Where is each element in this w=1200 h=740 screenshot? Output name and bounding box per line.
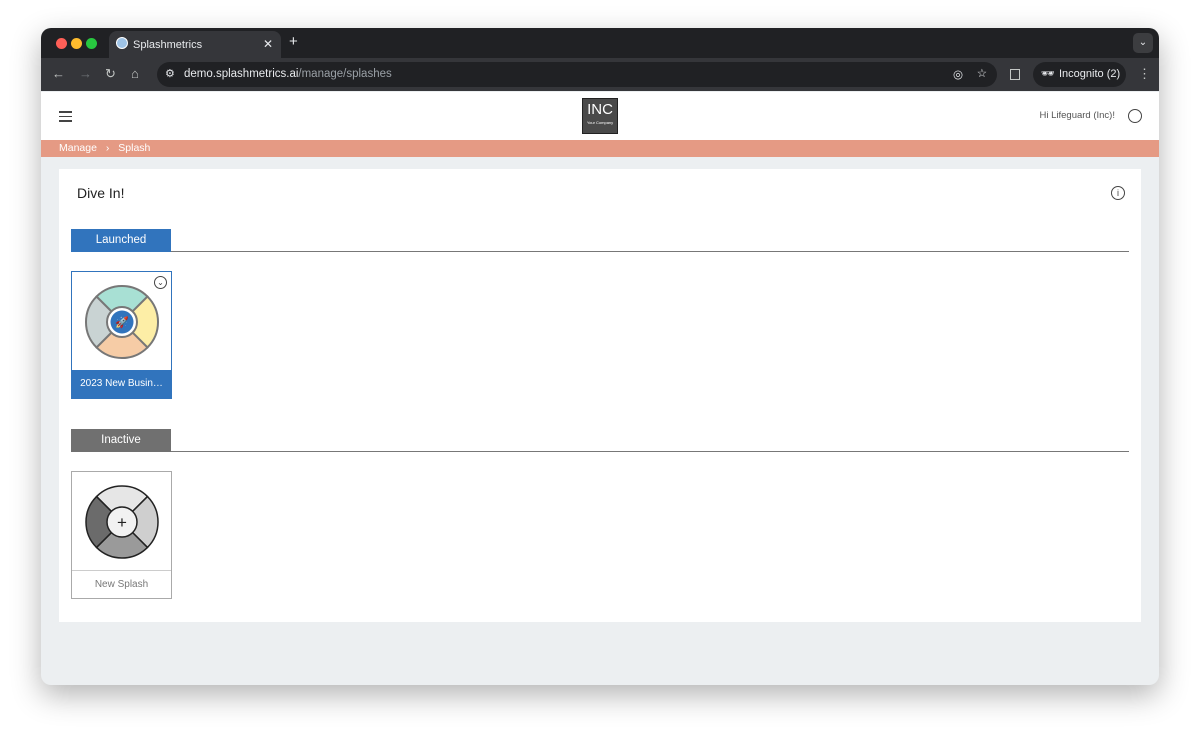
star-icon[interactable]: ☆ bbox=[977, 66, 987, 80]
home-icon[interactable]: ⌂ bbox=[131, 66, 139, 81]
close-window-button[interactable] bbox=[56, 38, 67, 49]
new-tab-icon[interactable]: + bbox=[289, 33, 298, 50]
section-inactive: Inactive bbox=[71, 429, 1129, 452]
breadcrumb-manage[interactable]: Manage bbox=[59, 142, 97, 154]
tab-search-chevron-icon[interactable]: ⌄ bbox=[1133, 33, 1153, 53]
incognito-icon: 🕶 bbox=[1041, 68, 1055, 80]
user-greeting: Hi Lifeguard (Inc)! bbox=[1039, 110, 1115, 121]
eye-off-icon[interactable]: ◎ bbox=[953, 67, 963, 81]
section-label: Launched bbox=[71, 229, 171, 252]
tab-bar: Splashmetrics ✕ + ⌄ bbox=[41, 28, 1159, 58]
splash-tile[interactable]: 🚀 ⌄ 2023 New Busin… bbox=[71, 271, 172, 399]
new-splash-label: New Splash bbox=[72, 570, 171, 598]
account-icon[interactable] bbox=[1128, 109, 1142, 123]
svg-text:🚀: 🚀 bbox=[115, 316, 129, 329]
incognito-label: Incognito (2) bbox=[1059, 68, 1121, 80]
app-header: INC Your Company Hi Lifeguard (Inc)! bbox=[41, 92, 1159, 140]
browser-menu-icon[interactable]: ⋮ bbox=[1138, 66, 1151, 82]
hamburger-menu-icon[interactable] bbox=[59, 111, 72, 122]
new-splash-wheel-icon: + bbox=[85, 485, 159, 559]
side-panel-icon[interactable] bbox=[1010, 69, 1020, 80]
address-bar[interactable]: ⚙ demo.splashmetrics.ai/manage/splashes … bbox=[157, 62, 997, 87]
browser-tab[interactable]: Splashmetrics ✕ bbox=[109, 31, 281, 58]
new-splash-tile[interactable]: + New Splash bbox=[71, 471, 172, 599]
splash-wheel-icon: 🚀 bbox=[84, 284, 160, 360]
browser-window: Splashmetrics ✕ + ⌄ ← → ↻ ⌂ ⚙ demo.splas… bbox=[41, 28, 1159, 685]
info-icon[interactable]: i bbox=[1111, 186, 1125, 200]
forward-icon[interactable]: → bbox=[79, 66, 92, 81]
svg-text:+: + bbox=[117, 513, 127, 532]
breadcrumb: Manage › Splash bbox=[41, 140, 1159, 157]
section-launched: Launched bbox=[71, 229, 1129, 252]
splash-name: 2023 New Busin… bbox=[72, 370, 171, 398]
favicon-icon bbox=[116, 37, 128, 49]
browser-toolbar: ← → ↻ ⌂ ⚙ demo.splashmetrics.ai/manage/s… bbox=[41, 58, 1159, 91]
minimize-window-button[interactable] bbox=[71, 38, 82, 49]
url-host: demo.splashmetrics.ai bbox=[184, 68, 299, 80]
site-settings-icon[interactable]: ⚙ bbox=[165, 67, 175, 80]
maximize-window-button[interactable] bbox=[86, 38, 97, 49]
back-icon[interactable]: ← bbox=[52, 66, 65, 81]
page-title: Dive In! bbox=[77, 185, 125, 201]
tile-menu-chevron-icon[interactable]: ⌄ bbox=[154, 276, 167, 289]
logo-subtext: Your Company bbox=[586, 120, 614, 125]
incognito-button[interactable]: 🕶 Incognito (2) bbox=[1033, 62, 1126, 87]
url-path: /manage/splashes bbox=[298, 68, 392, 80]
company-logo[interactable]: INC Your Company bbox=[582, 98, 618, 134]
close-tab-icon[interactable]: ✕ bbox=[263, 37, 273, 51]
tab-title: Splashmetrics bbox=[133, 39, 203, 51]
reload-icon[interactable]: ↻ bbox=[105, 66, 116, 82]
section-label: Inactive bbox=[71, 429, 171, 452]
logo-text: INC bbox=[587, 101, 613, 118]
chevron-right-icon: › bbox=[105, 142, 110, 154]
breadcrumb-splash[interactable]: Splash bbox=[118, 142, 150, 154]
main-card: Dive In! i Launched 🚀 ⌄ 2023 New Busin… … bbox=[59, 169, 1141, 622]
